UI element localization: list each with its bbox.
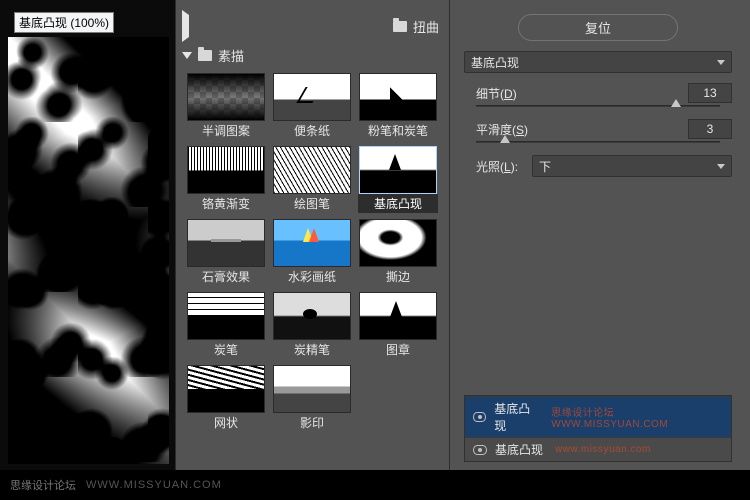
filter-label: 半调图案 (200, 121, 252, 140)
filter-0[interactable]: 半调图案 (186, 73, 266, 140)
preview-image[interactable] (8, 37, 169, 464)
watermark-text: www.missyuan.com (555, 444, 651, 455)
filter-2[interactable]: 粉笔和炭笔 (358, 73, 438, 140)
filter-1[interactable]: 便条纸 (272, 73, 352, 140)
chevron-down-icon (717, 164, 725, 169)
filter-8[interactable]: 撕边 (358, 219, 438, 286)
filter-11[interactable]: 图章 (358, 292, 438, 359)
filter-thumb (273, 292, 351, 340)
filter-6[interactable]: 石膏效果 (186, 219, 266, 286)
filter-thumb (187, 73, 265, 121)
disclosure-right-icon (182, 10, 387, 42)
filter-label: 撕边 (384, 267, 412, 286)
footer-watermark: 思缘设计论坛 WWW.MISSYUAN.COM (0, 470, 750, 500)
filter-thumb (273, 365, 351, 413)
filter-12[interactable]: 网状 (186, 365, 266, 432)
filter-7[interactable]: 水彩画纸 (272, 219, 352, 286)
slider-thumb-icon[interactable] (671, 99, 681, 107)
light-label: 光照(L): (464, 158, 524, 175)
detail-label: 细节(D) (464, 85, 536, 102)
filter-thumb (187, 146, 265, 194)
filter-label: 水彩画纸 (286, 267, 338, 286)
filter-label: 图章 (384, 340, 412, 359)
filter-label: 粉笔和炭笔 (366, 121, 430, 140)
settings-panel: 复位 基底凸现 细节(D) 13 平滑度(S) 3 光照(L): (450, 0, 750, 470)
light-select-value: 下 (539, 158, 551, 175)
visibility-eye-icon[interactable] (473, 445, 487, 455)
filter-thumb (359, 292, 437, 340)
filter-4[interactable]: 绘图笔 (272, 146, 352, 213)
category-label: 扭曲 (413, 17, 439, 36)
filter-5[interactable]: 基底凸现 (358, 146, 438, 213)
watermark-text: 思缘设计论坛 WWW.MISSYUAN.COM (551, 404, 723, 430)
filter-thumb (359, 219, 437, 267)
detail-input[interactable]: 13 (688, 83, 732, 103)
filter-thumb (273, 219, 351, 267)
filter-select[interactable]: 基底凸现 (464, 51, 732, 73)
filter-9[interactable]: 炭笔 (186, 292, 266, 359)
filter-thumb (359, 73, 437, 121)
chevron-down-icon (717, 60, 725, 65)
filter-label: 炭笔 (212, 340, 240, 359)
category-distort[interactable]: 扭曲 (180, 8, 441, 44)
layer-label: 基底凸现 (495, 441, 543, 458)
detail-slider[interactable] (476, 103, 720, 109)
smoothness-slider[interactable] (476, 139, 720, 145)
visibility-eye-icon[interactable] (473, 412, 486, 422)
filter-label: 基底凸现 (358, 194, 438, 213)
filter-thumb (187, 365, 265, 413)
slider-thumb-icon[interactable] (500, 135, 510, 143)
effect-layers: 基底凸现思缘设计论坛 WWW.MISSYUAN.COM基底凸现www.missy… (464, 395, 732, 462)
filter-label: 网状 (212, 413, 240, 432)
filter-label: 铬黄渐变 (200, 194, 252, 213)
filter-grid: 半调图案 便条纸 粉笔和炭笔铬黄渐变 绘图笔 基底凸现石膏效果 水彩画纸 撕边炭笔 炭精笔 图章… (186, 73, 441, 432)
filter-3[interactable]: 铬黄渐变 (186, 146, 266, 213)
filter-thumb (273, 146, 351, 194)
category-label: 素描 (218, 46, 244, 65)
folder-icon (393, 21, 407, 32)
filter-thumb (273, 73, 351, 121)
filter-label: 便条纸 (292, 121, 332, 140)
light-select[interactable]: 下 (532, 155, 732, 177)
smoothness-input[interactable]: 3 (688, 119, 732, 139)
filter-10[interactable]: 炭精笔 (272, 292, 352, 359)
filter-label: 石膏效果 (200, 267, 252, 286)
preview-title: 基底凸现 (100%) (14, 12, 114, 33)
filter-thumb (187, 219, 265, 267)
disclosure-down-icon (182, 52, 192, 59)
layer-label: 基底凸现 (494, 400, 539, 434)
light-param: 光照(L): 下 (464, 155, 732, 177)
filter-thumb (187, 292, 265, 340)
reset-button[interactable]: 复位 (518, 14, 678, 41)
folder-icon (198, 50, 212, 61)
layer-row[interactable]: 基底凸现 www.missyuan.com (465, 437, 731, 461)
filter-label: 绘图笔 (292, 194, 332, 213)
filter-label: 影印 (298, 413, 326, 432)
preview-panel: 基底凸现 (100%) (0, 0, 175, 470)
filter-thumb (359, 146, 437, 194)
category-sketch[interactable]: 素描 (180, 44, 441, 67)
footer-forum: 思缘设计论坛 (10, 477, 76, 493)
footer-site: WWW.MISSYUAN.COM (86, 479, 222, 491)
filter-gallery: 扭曲 素描 半调图案 便条纸 粉笔和炭笔铬黄渐变 绘图笔 基底凸现石膏效果 水彩画纸 撕边炭… (175, 0, 450, 470)
filter-select-value: 基底凸现 (471, 54, 519, 71)
layer-row[interactable]: 基底凸现思缘设计论坛 WWW.MISSYUAN.COM (465, 396, 731, 437)
filter-13[interactable]: 影印 (272, 365, 352, 432)
filter-label: 炭精笔 (292, 340, 332, 359)
detail-param: 细节(D) 13 (464, 83, 732, 103)
